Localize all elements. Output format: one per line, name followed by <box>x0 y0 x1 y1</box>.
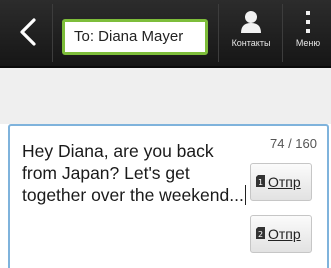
conversation-area <box>0 68 331 124</box>
svg-text:1: 1 <box>258 178 263 187</box>
send-sim1-button[interactable]: 1 Отпр <box>250 163 312 201</box>
svg-text:2: 2 <box>258 230 263 239</box>
character-counter: 74 / 160 <box>270 136 317 151</box>
vertical-dots-icon <box>303 11 313 36</box>
send-label: Отпр <box>268 174 301 190</box>
sim-card-icon: 2 <box>256 226 265 242</box>
toolbar-divider <box>52 4 53 62</box>
recipient-field[interactable]: To: Diana Mayer <box>62 19 208 55</box>
back-chevron-icon[interactable] <box>14 14 44 50</box>
compose-box[interactable]: Hey Diana, are you back from Japan? Let'… <box>8 124 329 268</box>
menu-label: Меню <box>295 38 321 48</box>
contacts-button[interactable]: Контакты <box>224 10 278 60</box>
message-text: Hey Diana, are you back from Japan? Let'… <box>22 141 244 205</box>
send-label: Отпр <box>268 226 301 242</box>
messaging-screen: To: Diana Mayer Контакты Меню Hey Diana,… <box>0 0 331 268</box>
text-cursor <box>244 185 246 205</box>
contacts-label: Контакты <box>231 38 271 48</box>
toolbar-divider <box>282 4 283 62</box>
action-bar: To: Diana Mayer Контакты Меню <box>0 0 331 68</box>
send-sim2-button[interactable]: 2 Отпр <box>250 215 312 253</box>
person-icon <box>240 11 262 36</box>
sim-card-icon: 1 <box>256 174 265 190</box>
toolbar-divider <box>218 4 219 62</box>
message-input[interactable]: Hey Diana, are you back from Japan? Let'… <box>22 140 252 206</box>
menu-button[interactable]: Меню <box>288 10 328 60</box>
